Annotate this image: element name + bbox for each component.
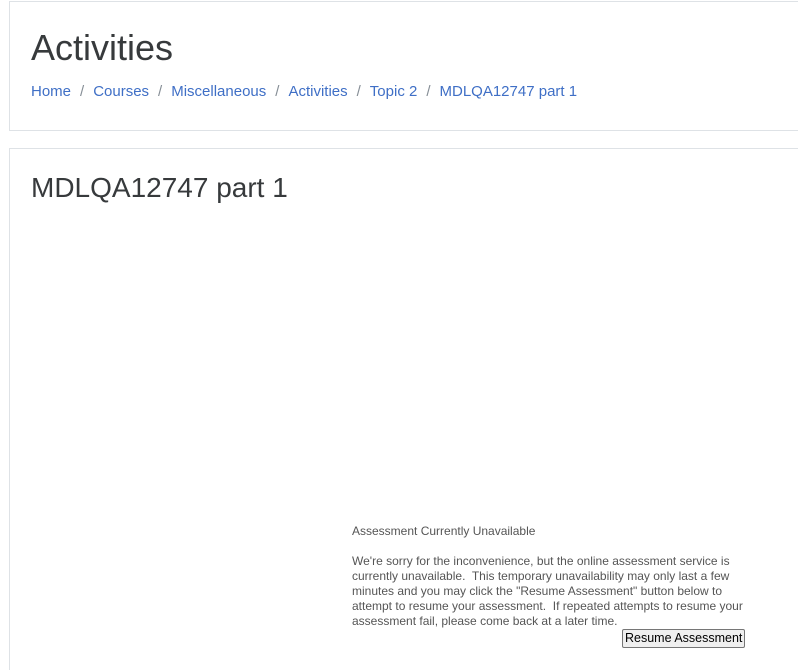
page-title: Activities: [31, 27, 174, 68]
breadcrumb-courses[interactable]: Courses: [93, 82, 149, 102]
breadcrumb-separator: /: [80, 83, 85, 100]
breadcrumb-home[interactable]: Home: [31, 82, 71, 102]
resume-assessment-button[interactable]: Resume Assessment: [622, 629, 746, 648]
notice-heading: Assessment Currently Unavailable: [352, 524, 536, 538]
main-region: MDLQA12747 part 1 Assessment Currently U…: [9, 148, 798, 670]
breadcrumb-separator: /: [426, 83, 431, 100]
breadcrumb-current-activity[interactable]: MDLQA12747 part 1: [440, 82, 578, 102]
breadcrumb-topic-2[interactable]: Topic 2: [370, 82, 418, 102]
breadcrumb-separator: /: [158, 83, 163, 100]
breadcrumb-separator: /: [275, 83, 280, 100]
breadcrumb-miscellaneous[interactable]: Miscellaneous: [171, 82, 266, 102]
notice-body: We're sorry for the inconvenience, but t…: [352, 554, 747, 628]
assessment-unavailable-notice: Assessment Currently Unavailable We're s…: [352, 524, 762, 629]
page-header: Activities Home / Courses / Miscellaneou…: [9, 1, 798, 131]
breadcrumb-activities[interactable]: Activities: [288, 82, 347, 102]
activity-title: MDLQA12747 part 1: [31, 172, 288, 203]
breadcrumb-separator: /: [356, 83, 361, 100]
breadcrumb: Home / Courses / Miscellaneous / Activit…: [31, 82, 577, 102]
